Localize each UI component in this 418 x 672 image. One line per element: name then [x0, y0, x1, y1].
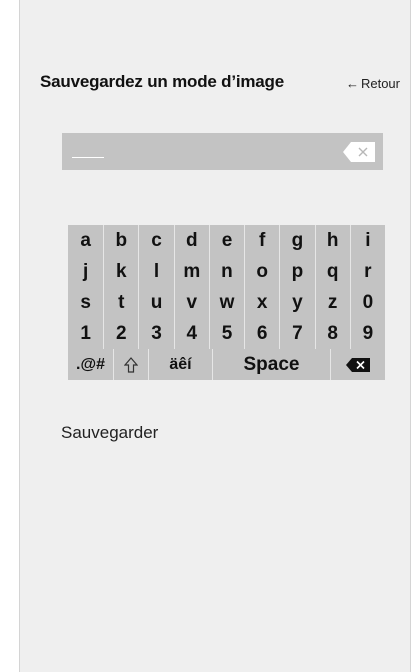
text-cursor: [72, 157, 104, 158]
dialog-panel: Sauvegardez un mode d’image ← Retour abc…: [19, 0, 411, 672]
key-6[interactable]: 6: [244, 318, 279, 349]
key-k[interactable]: k: [103, 256, 138, 287]
keyboard-row-2: jklmnopqr: [68, 256, 385, 287]
key-u[interactable]: u: [138, 287, 173, 318]
keyboard-row-4: 123456789: [68, 318, 385, 349]
key-b[interactable]: b: [103, 225, 138, 256]
key-c[interactable]: c: [138, 225, 173, 256]
name-input[interactable]: [62, 133, 383, 170]
accents-key[interactable]: äêí: [148, 349, 212, 380]
symbols-key-label: .@#: [76, 355, 105, 373]
key-h[interactable]: h: [314, 225, 350, 256]
back-label: Retour: [360, 76, 400, 91]
key-j[interactable]: j: [68, 256, 103, 287]
symbols-key[interactable]: .@#: [68, 349, 113, 380]
keyboard-row-3: stuvwxyz0: [68, 287, 385, 318]
key-i[interactable]: i: [349, 225, 385, 256]
key-l[interactable]: l: [138, 256, 173, 287]
key-v[interactable]: v: [173, 287, 209, 318]
key-w[interactable]: w: [208, 287, 244, 318]
key-y[interactable]: y: [279, 287, 314, 318]
key-r[interactable]: r: [349, 256, 385, 287]
key-a[interactable]: a: [68, 225, 103, 256]
delete-key[interactable]: [330, 349, 385, 380]
key-7[interactable]: 7: [279, 318, 314, 349]
key-z[interactable]: z: [314, 287, 350, 318]
key-t[interactable]: t: [103, 287, 138, 318]
onscreen-keyboard: abcdefghi jklmnopqr stuvwxyz0 123456789 …: [68, 225, 385, 380]
key-g[interactable]: g: [279, 225, 314, 256]
space-key[interactable]: Space: [212, 349, 330, 380]
key-p[interactable]: p: [279, 256, 314, 287]
shift-key[interactable]: [113, 349, 148, 380]
arrow-left-icon: ←: [345, 76, 359, 91]
key-f[interactable]: f: [244, 225, 279, 256]
keyboard-row-1: abcdefghi: [68, 225, 385, 256]
key-q[interactable]: q: [314, 256, 350, 287]
key-5[interactable]: 5: [208, 318, 244, 349]
clear-x-icon[interactable]: [343, 142, 375, 162]
key-0[interactable]: 0: [349, 287, 385, 318]
space-key-label: Space: [243, 353, 300, 375]
key-e[interactable]: e: [208, 225, 244, 256]
page-title: Sauvegardez un mode d’image: [40, 72, 284, 91]
key-n[interactable]: n: [208, 256, 244, 287]
accents-key-label: äêí: [169, 355, 192, 373]
key-d[interactable]: d: [173, 225, 209, 256]
key-2[interactable]: 2: [103, 318, 138, 349]
key-x[interactable]: x: [244, 287, 279, 318]
keyboard-row-5: .@# äêí Space: [68, 349, 385, 380]
key-s[interactable]: s: [68, 287, 103, 318]
key-1[interactable]: 1: [68, 318, 103, 349]
save-button[interactable]: Sauvegarder: [61, 423, 158, 443]
key-m[interactable]: m: [173, 256, 209, 287]
back-button[interactable]: ← Retour: [346, 76, 400, 91]
key-9[interactable]: 9: [349, 318, 385, 349]
key-4[interactable]: 4: [173, 318, 209, 349]
backspace-icon: [346, 357, 370, 372]
key-o[interactable]: o: [244, 256, 279, 287]
shift-icon: [124, 356, 138, 373]
key-8[interactable]: 8: [314, 318, 350, 349]
key-3[interactable]: 3: [138, 318, 173, 349]
